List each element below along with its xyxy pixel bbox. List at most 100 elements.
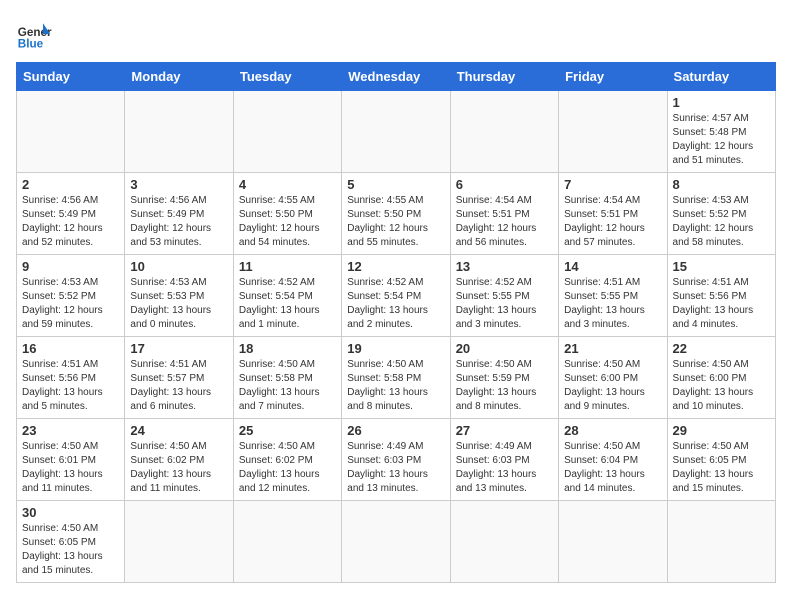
- calendar-cell: 6 Sunrise: 4:54 AM Sunset: 5:51 PM Daylig…: [450, 173, 558, 255]
- calendar-cell: 1Sunrise: 4:57 AM Sunset: 5:48 PM Daylig…: [667, 91, 775, 173]
- day-number: 23: [22, 423, 119, 438]
- calendar-cell: 12 Sunrise: 4:52 AM Sunset: 5:54 PM Dayli…: [342, 255, 450, 337]
- calendar-cell: 11Sunrise: 4:52 AM Sunset: 5:54 PM Dayli…: [233, 255, 341, 337]
- day-info: Sunrise: 4:57 AM Sunset: 5:48 PM Dayligh…: [673, 112, 770, 168]
- calendar-cell: 26 Sunrise: 4:49 AM Sunset: 6:03 PM Dayli…: [342, 419, 450, 501]
- day-number: 20: [456, 341, 553, 356]
- day-number: 24: [130, 423, 227, 438]
- day-info: Sunrise: 4:50 AM Sunset: 5:59 PM Dayligh…: [456, 358, 553, 414]
- day-number: 2: [22, 177, 119, 192]
- calendar-cell: [125, 501, 233, 583]
- calendar-cell: 15 Sunrise: 4:51 AM Sunset: 5:56 PM Dayli…: [667, 255, 775, 337]
- day-info: Sunrise: 4:50 AM Sunset: 6:05 PM Dayligh…: [673, 440, 770, 496]
- calendar-week-row: 9Sunrise: 4:53 AM Sunset: 5:52 PM Daylig…: [17, 255, 776, 337]
- day-number: 27: [456, 423, 553, 438]
- day-number: 28: [564, 423, 661, 438]
- day-info: Sunrise: 4:51 AM Sunset: 5:57 PM Dayligh…: [130, 358, 227, 414]
- calendar-week-row: 2 Sunrise: 4:56 AM Sunset: 5:49 PM Daylig…: [17, 173, 776, 255]
- day-info: Sunrise: 4:50 AM Sunset: 6:00 PM Dayligh…: [564, 358, 661, 414]
- calendar-week-row: 1Sunrise: 4:57 AM Sunset: 5:48 PM Daylig…: [17, 91, 776, 173]
- calendar-cell: 10 Sunrise: 4:53 AM Sunset: 5:53 PM Dayli…: [125, 255, 233, 337]
- calendar-cell: [17, 91, 125, 173]
- calendar-cell: 8Sunrise: 4:53 AM Sunset: 5:52 PM Daylig…: [667, 173, 775, 255]
- calendar-cell: [450, 91, 558, 173]
- weekday-header: Monday: [125, 63, 233, 91]
- day-info: Sunrise: 4:56 AM Sunset: 5:49 PM Dayligh…: [130, 194, 227, 250]
- day-number: 22: [673, 341, 770, 356]
- day-number: 12: [347, 259, 444, 274]
- calendar-cell: 13 Sunrise: 4:52 AM Sunset: 5:55 PM Dayli…: [450, 255, 558, 337]
- day-number: 10: [130, 259, 227, 274]
- day-number: 21: [564, 341, 661, 356]
- day-number: 15: [673, 259, 770, 274]
- weekday-header: Thursday: [450, 63, 558, 91]
- calendar-cell: [559, 91, 667, 173]
- day-info: Sunrise: 4:50 AM Sunset: 6:05 PM Dayligh…: [22, 522, 119, 578]
- day-info: Sunrise: 4:54 AM Sunset: 5:51 PM Dayligh…: [564, 194, 661, 250]
- calendar-cell: 28Sunrise: 4:50 AM Sunset: 6:04 PM Dayli…: [559, 419, 667, 501]
- day-info: Sunrise: 4:51 AM Sunset: 5:56 PM Dayligh…: [22, 358, 119, 414]
- calendar-week-row: 16 Sunrise: 4:51 AM Sunset: 5:56 PM Dayli…: [17, 337, 776, 419]
- calendar-cell: 2 Sunrise: 4:56 AM Sunset: 5:49 PM Daylig…: [17, 173, 125, 255]
- weekday-header: Tuesday: [233, 63, 341, 91]
- day-number: 13: [456, 259, 553, 274]
- day-info: Sunrise: 4:53 AM Sunset: 5:52 PM Dayligh…: [22, 276, 119, 332]
- calendar-cell: [559, 501, 667, 583]
- day-info: Sunrise: 4:55 AM Sunset: 5:50 PM Dayligh…: [239, 194, 336, 250]
- calendar-cell: 7Sunrise: 4:54 AM Sunset: 5:51 PM Daylig…: [559, 173, 667, 255]
- day-number: 3: [130, 177, 227, 192]
- calendar-cell: 24 Sunrise: 4:50 AM Sunset: 6:02 PM Dayli…: [125, 419, 233, 501]
- calendar-cell: 29 Sunrise: 4:50 AM Sunset: 6:05 PM Dayli…: [667, 419, 775, 501]
- day-number: 8: [673, 177, 770, 192]
- weekday-header: Saturday: [667, 63, 775, 91]
- day-info: Sunrise: 4:55 AM Sunset: 5:50 PM Dayligh…: [347, 194, 444, 250]
- calendar-cell: 5 Sunrise: 4:55 AM Sunset: 5:50 PM Daylig…: [342, 173, 450, 255]
- calendar-cell: [233, 91, 341, 173]
- day-info: Sunrise: 4:50 AM Sunset: 6:02 PM Dayligh…: [130, 440, 227, 496]
- day-number: 18: [239, 341, 336, 356]
- day-number: 4: [239, 177, 336, 192]
- day-info: Sunrise: 4:52 AM Sunset: 5:54 PM Dayligh…: [239, 276, 336, 332]
- calendar-cell: 4 Sunrise: 4:55 AM Sunset: 5:50 PM Daylig…: [233, 173, 341, 255]
- day-number: 6: [456, 177, 553, 192]
- calendar-cell: 17 Sunrise: 4:51 AM Sunset: 5:57 PM Dayli…: [125, 337, 233, 419]
- day-number: 26: [347, 423, 444, 438]
- page-header: General Blue: [16, 16, 776, 52]
- calendar-cell: 22 Sunrise: 4:50 AM Sunset: 6:00 PM Dayli…: [667, 337, 775, 419]
- weekday-header: Friday: [559, 63, 667, 91]
- day-info: Sunrise: 4:52 AM Sunset: 5:54 PM Dayligh…: [347, 276, 444, 332]
- day-number: 5: [347, 177, 444, 192]
- day-info: Sunrise: 4:56 AM Sunset: 5:49 PM Dayligh…: [22, 194, 119, 250]
- day-info: Sunrise: 4:53 AM Sunset: 5:53 PM Dayligh…: [130, 276, 227, 332]
- calendar-week-row: 23 Sunrise: 4:50 AM Sunset: 6:01 PM Dayli…: [17, 419, 776, 501]
- day-number: 30: [22, 505, 119, 520]
- calendar-cell: 21 Sunrise: 4:50 AM Sunset: 6:00 PM Dayli…: [559, 337, 667, 419]
- day-number: 17: [130, 341, 227, 356]
- day-number: 25: [239, 423, 336, 438]
- day-info: Sunrise: 4:50 AM Sunset: 5:58 PM Dayligh…: [239, 358, 336, 414]
- day-number: 16: [22, 341, 119, 356]
- day-info: Sunrise: 4:51 AM Sunset: 5:56 PM Dayligh…: [673, 276, 770, 332]
- calendar-week-row: 30 Sunrise: 4:50 AM Sunset: 6:05 PM Dayli…: [17, 501, 776, 583]
- day-number: 29: [673, 423, 770, 438]
- calendar-cell: [667, 501, 775, 583]
- calendar-cell: [125, 91, 233, 173]
- day-info: Sunrise: 4:52 AM Sunset: 5:55 PM Dayligh…: [456, 276, 553, 332]
- calendar-cell: 9Sunrise: 4:53 AM Sunset: 5:52 PM Daylig…: [17, 255, 125, 337]
- day-number: 14: [564, 259, 661, 274]
- calendar-cell: 30 Sunrise: 4:50 AM Sunset: 6:05 PM Dayli…: [17, 501, 125, 583]
- weekday-header: Wednesday: [342, 63, 450, 91]
- calendar-cell: [450, 501, 558, 583]
- calendar-cell: 27 Sunrise: 4:49 AM Sunset: 6:03 PM Dayli…: [450, 419, 558, 501]
- day-info: Sunrise: 4:49 AM Sunset: 6:03 PM Dayligh…: [347, 440, 444, 496]
- day-info: Sunrise: 4:49 AM Sunset: 6:03 PM Dayligh…: [456, 440, 553, 496]
- svg-text:Blue: Blue: [18, 38, 44, 51]
- calendar-cell: 18 Sunrise: 4:50 AM Sunset: 5:58 PM Dayli…: [233, 337, 341, 419]
- weekday-header: Sunday: [17, 63, 125, 91]
- day-info: Sunrise: 4:51 AM Sunset: 5:55 PM Dayligh…: [564, 276, 661, 332]
- day-info: Sunrise: 4:54 AM Sunset: 5:51 PM Dayligh…: [456, 194, 553, 250]
- day-info: Sunrise: 4:50 AM Sunset: 6:01 PM Dayligh…: [22, 440, 119, 496]
- calendar-cell: [342, 91, 450, 173]
- calendar-cell: 3 Sunrise: 4:56 AM Sunset: 5:49 PM Daylig…: [125, 173, 233, 255]
- day-info: Sunrise: 4:50 AM Sunset: 6:00 PM Dayligh…: [673, 358, 770, 414]
